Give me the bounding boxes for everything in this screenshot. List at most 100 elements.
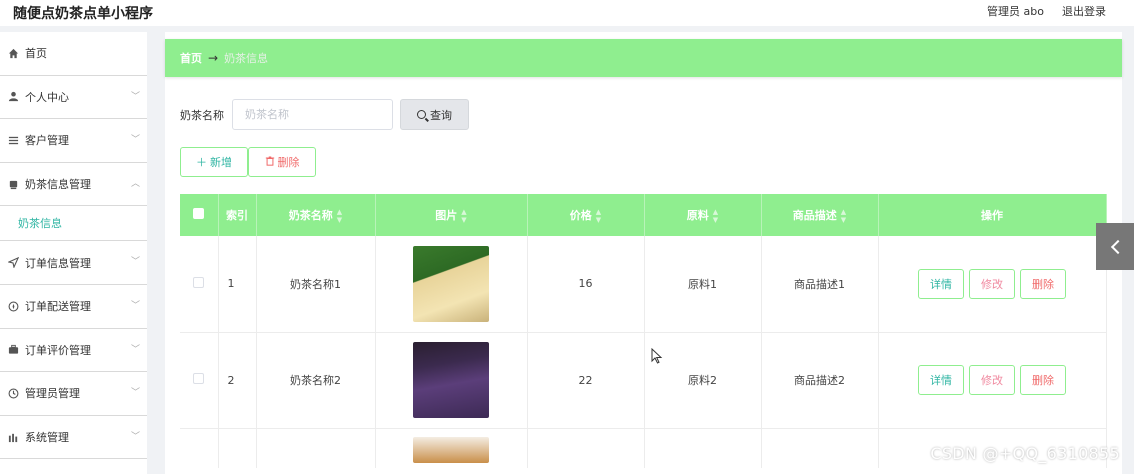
edit-button[interactable]: 修改 [969,268,1015,299]
sidebar-item-system-management[interactable]: 系统管理 ﹀ [0,416,147,460]
chevron-left-icon [1110,239,1125,254]
trash-icon [265,156,275,169]
sidebar-item-personal-center[interactable]: 个人中心 ﹀ [0,76,147,120]
edit-button[interactable]: 修改 [969,365,1015,395]
delete-button[interactable]: 删除 [248,147,316,177]
table-row: 1 奶茶名称1 16 原料1 商品描述1 详情 修改 删除 [180,236,1107,333]
row-image-cell [375,332,528,429]
row-actions: 详情 修改 删除 [878,332,1107,429]
row-image-cell [375,428,528,468]
row-index: 1 [218,236,257,333]
sidebar-item-order-review[interactable]: 订单评价管理 ﹀ [0,329,147,373]
row-select-cell[interactable] [180,236,219,333]
sidebar-subitem-milktea-info[interactable]: 奶茶信息 [0,206,147,242]
sidebar-item-label: 管理员管理 [25,387,80,401]
row-checkbox[interactable] [193,276,205,288]
breadcrumb-home[interactable]: 首页 [180,50,202,66]
row-select-cell[interactable] [180,332,219,429]
milktea-image [413,436,489,463]
row-name: 奶茶名称2 [256,332,376,429]
table-header-row: 索引 奶茶名称 ▲ ▼ 图片 ▲ ▼ 价格 ▲ ▼ 原料 ▲ ▼ 商品描述 ▲ ▼ 操作 [180,194,1107,236]
logout-link[interactable]: 退出登录 [1062,3,1106,19]
breadcrumb: 首页 → 奶茶信息 [165,39,1122,77]
row-ingredient [644,428,762,468]
sidebar-subitem-label: 奶茶信息 [18,217,62,231]
search-input[interactable] [232,99,393,130]
sidebar-item-label: 奶茶信息管理 [25,178,91,192]
row-price [527,428,645,468]
chevron-down-icon: ﹀ [130,135,140,146]
main-content: 首页 → 奶茶信息 奶茶名称 查询 ＋ 新增 删除 索引 [165,32,1122,474]
row-name: 奶茶名称1 [256,236,376,333]
sort-icon[interactable]: ▲ ▼ [713,208,718,224]
sort-icon[interactable]: ▲ ▼ [337,208,342,224]
row-description: 商品描述1 [761,236,879,333]
breadcrumb-current: 奶茶信息 [224,52,269,65]
chevron-down-icon: ﹀ [130,431,140,442]
sidebar-item-label: 客户管理 [25,134,69,148]
collapse-panel-button[interactable] [1096,223,1134,270]
sort-icon[interactable]: ▲ ▼ [461,208,466,224]
column-header-actions: 操作 [878,194,1107,236]
chevron-down-icon: ﹀ [130,91,140,102]
column-header-description[interactable]: 商品描述 ▲ ▼ [761,194,879,236]
table-row: 2 奶茶名称2 22 原料2 商品描述2 详情 修改 删除 [180,332,1107,429]
plus-icon: ＋ [196,156,207,169]
search-button[interactable]: 查询 [400,99,469,130]
clock-icon [6,388,20,399]
topbar-right: 管理员 abo 退出登录 [987,3,1106,19]
milktea-table: 索引 奶茶名称 ▲ ▼ 图片 ▲ ▼ 价格 ▲ ▼ 原料 ▲ ▼ 商品描述 ▲ ▼ 操作 1 奶茶名… [180,194,1107,468]
column-header-ingredient[interactable]: 原料 ▲ ▼ [644,194,762,236]
sidebar-item-home[interactable]: 首页 [0,32,147,76]
milktea-image [413,342,489,418]
compass-icon [6,301,20,312]
add-button[interactable]: ＋ 新增 [180,147,248,177]
sort-icon[interactable]: ▲ ▼ [841,208,846,224]
milktea-image [413,245,489,322]
home-icon [6,48,20,59]
briefcase-icon [6,344,20,355]
sidebar: 首页 个人中心 ﹀ 客户管理 ﹀ 奶茶信息管理 ︿ 奶茶信息 订单信息管理 ﹀ [0,32,147,474]
chevron-down-icon: ﹀ [130,300,140,311]
sidebar-item-admin-management[interactable]: 管理员管理 ﹀ [0,372,147,416]
admin-label: 管理员 abo [987,5,1044,18]
search-button-label: 查询 [430,108,452,122]
add-button-label: 新增 [210,156,232,169]
watermark: CSDN @+QQ_6310855 [930,444,1120,463]
row-checkbox[interactable] [193,373,205,384]
column-header-image[interactable]: 图片 ▲ ▼ [375,194,528,236]
delete-button-label: 删除 [277,156,300,169]
arrow-right-icon: → [208,51,219,65]
column-header-index: 索引 [218,194,257,236]
select-all-checkbox[interactable] [193,208,205,219]
search-label: 奶茶名称 [180,108,224,122]
row-price: 16 [527,236,645,333]
sidebar-item-milktea-management[interactable]: 奶茶信息管理 ︿ [0,163,147,207]
column-header-name[interactable]: 奶茶名称 ▲ ▼ [256,194,376,236]
sidebar-item-order-delivery[interactable]: 订单配送管理 ﹀ [0,285,147,329]
chevron-down-icon: ﹀ [130,388,140,399]
detail-button[interactable]: 详情 [918,365,964,395]
select-all-header[interactable] [180,194,219,236]
user-icon [6,91,20,102]
list-icon [6,135,20,146]
sidebar-item-label: 订单评价管理 [25,343,91,357]
chevron-up-icon: ︿ [130,178,140,189]
sidebar-item-customer-management[interactable]: 客户管理 ﹀ [0,119,147,163]
chevron-down-icon: ﹀ [130,257,140,268]
search-row: 奶茶名称 查询 [180,99,469,130]
sort-icon[interactable]: ▲ ▼ [596,208,601,224]
row-select-cell [180,428,219,468]
detail-button[interactable]: 详情 [918,268,964,299]
cup-icon [6,179,20,190]
row-image-cell [375,236,528,333]
row-delete-button[interactable]: 删除 [1020,365,1066,395]
row-actions: 详情 修改 删除 [878,236,1107,333]
action-row: ＋ 新增 删除 [180,147,316,177]
sidebar-item-order-info[interactable]: 订单信息管理 ﹀ [0,241,147,285]
column-header-price[interactable]: 价格 ▲ ▼ [527,194,645,236]
row-price: 22 [527,332,645,429]
sidebar-item-label: 系统管理 [25,431,69,445]
row-delete-button[interactable]: 删除 [1020,268,1066,299]
row-description [761,428,879,468]
